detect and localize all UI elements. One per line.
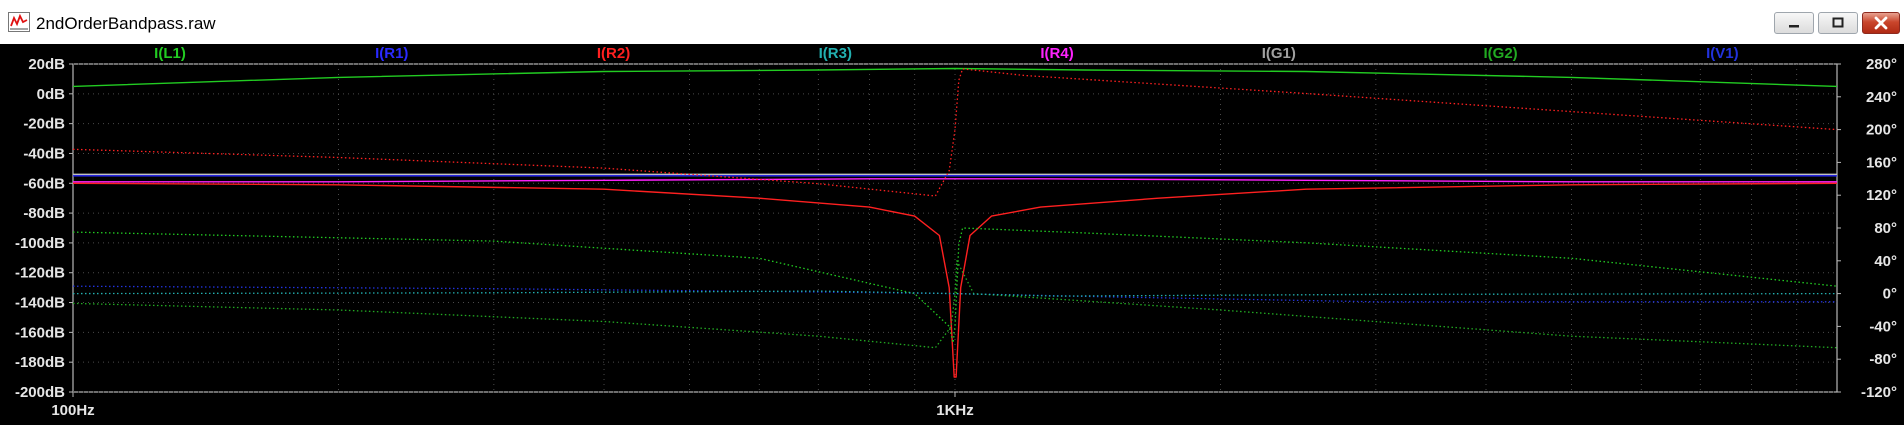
minimize-icon <box>1789 25 1799 28</box>
right-axis-tick-label: 200° <box>1866 122 1897 139</box>
legend-entry[interactable]: I(G2) <box>1483 45 1517 62</box>
x-axis-tick-label: 100Hz <box>51 402 94 419</box>
legend-entry[interactable]: I(R4) <box>1040 45 1073 62</box>
plot-pane[interactable]: I(L1) I(R1) I(R2) I(R3) I(R4) I(G1) I(G2) I(V1)… <box>0 44 1904 425</box>
right-axis-tick-label: 160° <box>1866 154 1897 171</box>
right-axis-tick-label: -120° <box>1861 384 1897 401</box>
right-axis-tick-label: 120° <box>1866 187 1897 204</box>
right-axis-tick-label: 0° <box>1883 286 1897 303</box>
left-axis-tick-label: -120dB <box>15 265 65 282</box>
legend-entry[interactable]: I(V1) <box>1706 45 1739 62</box>
left-axis-tick-label: -200dB <box>15 384 65 401</box>
left-axis-tick-label: -60dB <box>23 175 65 192</box>
close-button[interactable] <box>1862 12 1900 34</box>
left-axis-tick-label: -180dB <box>15 354 65 371</box>
minimize-button[interactable] <box>1774 12 1814 34</box>
close-icon <box>1874 16 1888 30</box>
x-axis-frequency: 100Hz 1KHz <box>51 392 974 419</box>
right-axis-tick-label: -80° <box>1869 351 1897 368</box>
legend-entry[interactable]: I(R3) <box>819 45 852 62</box>
left-axis-tick-label: 0dB <box>37 86 66 103</box>
legend-entry[interactable]: I(L1) <box>154 45 186 62</box>
legend-entry[interactable]: I(G1) <box>1262 45 1296 62</box>
left-axis-tick-label: -100dB <box>15 235 65 252</box>
legend-entry[interactable]: I(R2) <box>597 45 630 62</box>
right-axis-tick-label: 40° <box>1874 253 1897 270</box>
right-axis-tick-label: 80° <box>1874 220 1897 237</box>
waveform-app-icon <box>8 12 30 32</box>
plot-frame <box>72 63 1838 393</box>
left-axis-tick-label: 20dB <box>28 56 65 73</box>
right-axis-degrees: 280° 240° 200° 160° 120° 80° 40° 0° -40° -80° -120… <box>1837 56 1897 401</box>
legend: I(L1) I(R1) I(R2) I(R3) I(R4) I(G1) I(G2) I(V1) <box>154 45 1738 62</box>
right-axis-tick-label: 280° <box>1866 56 1897 73</box>
left-axis-tick-label: -160dB <box>15 324 65 341</box>
left-axis-tick-label: -20dB <box>23 116 65 133</box>
bode-plot[interactable]: I(L1) I(R1) I(R2) I(R3) I(R4) I(G1) I(G2) I(V1)… <box>0 44 1904 425</box>
right-axis-tick-label: -40° <box>1869 318 1897 335</box>
left-axis-tick-label: -140dB <box>15 295 65 312</box>
x-axis-tick-label: 1KHz <box>936 402 974 419</box>
left-axis-db: 20dB 0dB -20dB -40dB -60dB -80dB -100dB -120dB -… <box>15 56 73 401</box>
window-title: 2ndOrderBandpass.raw <box>36 14 216 33</box>
window-titlebar: 2ndOrderBandpass.raw <box>0 0 1904 45</box>
left-axis-tick-label: -80dB <box>23 205 65 222</box>
maximize-button[interactable] <box>1818 12 1858 34</box>
maximize-icon <box>1832 17 1844 28</box>
legend-entry[interactable]: I(R1) <box>375 45 408 62</box>
right-axis-tick-label: 240° <box>1866 89 1897 106</box>
left-axis-tick-label: -40dB <box>23 145 65 162</box>
